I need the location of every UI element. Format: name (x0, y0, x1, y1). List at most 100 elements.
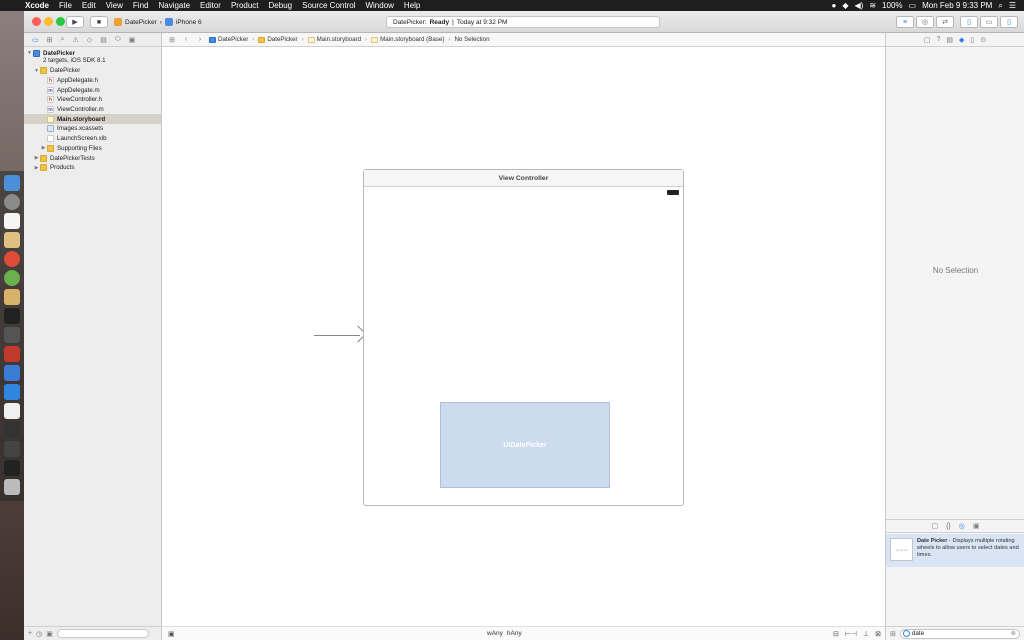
xcode-icon[interactable] (4, 365, 20, 381)
menu-view[interactable]: View (101, 1, 128, 10)
stop-button[interactable]: ■ (90, 16, 108, 28)
tree-item-datepicker-folder[interactable]: ▼ DatePicker (24, 66, 161, 76)
library-search-input[interactable]: date ⊗ (899, 628, 1020, 639)
date-picker-view[interactable]: UIDatePicker (440, 402, 610, 488)
file-inspector-icon[interactable]: ▢ (924, 36, 931, 44)
document-outline-icon[interactable]: ▣ (168, 630, 175, 638)
disclosure-closed-icon[interactable]: ▶ (33, 165, 40, 171)
debug-icon[interactable]: ▤ (100, 36, 107, 44)
toggle-debug-area-icon[interactable]: ▭ (980, 16, 998, 28)
toggle-navigator-icon[interactable]: ▯ (960, 16, 978, 28)
report-icon[interactable]: ▣ (129, 36, 136, 44)
test-icon[interactable]: ◇ (87, 36, 92, 44)
zoom-button[interactable] (56, 17, 65, 26)
storyboard-canvas[interactable]: View Controller UIDatePicker (162, 47, 885, 626)
display-icon[interactable] (4, 422, 20, 438)
menu-navigate[interactable]: Navigate (153, 1, 195, 10)
tree-item-launchscreen-xib[interactable]: LaunchScreen.xib (24, 134, 161, 144)
forward-icon[interactable]: › (195, 36, 205, 43)
disclosure-closed-icon[interactable]: ▶ (33, 155, 40, 161)
symbol-icon[interactable]: ⊞ (47, 36, 53, 44)
version-editor-icon[interactable]: ⇄ (936, 16, 954, 28)
view-controller-scene[interactable]: View Controller UIDatePicker (363, 169, 684, 506)
chrome-icon[interactable] (4, 251, 20, 267)
close-button[interactable] (32, 17, 41, 26)
back-icon[interactable]: ‹ (181, 36, 191, 43)
menu-product[interactable]: Product (226, 1, 264, 10)
related-items-icon[interactable]: ⊞ (167, 36, 177, 44)
terminal-folder-icon[interactable] (4, 289, 20, 305)
connections-inspector-icon[interactable]: ⊙ (980, 36, 986, 44)
notification-center-icon[interactable]: ☰ (1009, 1, 1016, 10)
folder-icon[interactable]: ▭ (32, 36, 39, 44)
recent-files-icon[interactable]: ◷ (36, 630, 42, 638)
wifi-icon[interactable]: ≋ (869, 1, 876, 10)
calendar-icon[interactable] (4, 213, 20, 229)
scheme-selector[interactable]: DatePicker › iPhone 6 (114, 16, 202, 28)
volume-icon[interactable]: ◀) (855, 1, 864, 10)
code-snippet-icon[interactable]: {} (946, 523, 951, 530)
breakpoint-icon[interactable]: ⬭ (115, 36, 121, 44)
grid-view-icon[interactable]: ⊞ (890, 630, 896, 638)
source-control-filter-icon[interactable]: ▣ (46, 630, 53, 638)
menu-source-control[interactable]: Source Control (297, 1, 360, 10)
tree-item-main-storyboard[interactable]: Main.storyboard (24, 114, 161, 125)
run-button[interactable]: ▶ (66, 16, 84, 28)
clock[interactable]: Mon Feb 9 9:33 PM (922, 1, 992, 10)
tree-item-images-xcassets[interactable]: Images.xcassets (24, 124, 161, 134)
notification-icon[interactable]: ● (832, 1, 837, 10)
pin-icon[interactable]: ⊢⊣ (845, 630, 857, 638)
menu-file[interactable]: File (54, 1, 77, 10)
tree-item-appdelegate-h[interactable]: h AppDelegate.h (24, 76, 161, 86)
menu-editor[interactable]: Editor (195, 1, 226, 10)
size-class-control[interactable]: wAny hAny (487, 630, 522, 637)
library-item-date-picker[interactable]: ▭ ▭ ▭ Date Picker - Displays multiple ro… (886, 534, 1024, 567)
tree-item-datepickertests[interactable]: ▶ DatePickerTests (24, 153, 161, 163)
battery-percent[interactable]: 100% (882, 1, 902, 10)
resolve-icon[interactable]: ⊥ (863, 630, 869, 638)
menu-window[interactable]: Window (360, 1, 398, 10)
breadcrumb-selection[interactable]: No Selection (454, 36, 489, 43)
attributes-inspector-icon[interactable]: ◆ (959, 36, 964, 44)
size-inspector-icon[interactable]: ▯ (970, 36, 974, 44)
clear-icon[interactable]: ⊗ (1011, 630, 1016, 637)
spotlight-icon[interactable]: ⌕ (998, 1, 1002, 11)
display-2-icon[interactable] (4, 441, 20, 457)
scene-title[interactable]: View Controller (364, 170, 683, 187)
quick-help-icon[interactable]: ? (936, 36, 940, 43)
menu-debug[interactable]: Debug (264, 1, 298, 10)
breadcrumb-project[interactable]: DatePicker (209, 36, 248, 43)
filezilla-icon[interactable] (4, 346, 20, 362)
tree-item-viewcontroller-h[interactable]: h ViewController.h (24, 95, 161, 105)
tree-project[interactable]: ▼ DatePicker 2 targets, iOS SDK 8.1 (24, 49, 161, 66)
standard-editor-icon[interactable]: ≡ (896, 16, 914, 28)
toggle-utilities-icon[interactable]: ▯ (1000, 16, 1018, 28)
file-template-icon[interactable]: ▢ (931, 522, 938, 530)
navigator-filter-input[interactable] (56, 629, 149, 638)
add-icon[interactable]: + (28, 630, 32, 637)
breadcrumb-folder[interactable]: DatePicker (258, 36, 298, 43)
terminal-icon[interactable] (4, 308, 20, 324)
dropbox-icon[interactable]: ◆ (842, 1, 848, 10)
tree-item-viewcontroller-m[interactable]: m ViewController.m (24, 105, 161, 115)
menu-find[interactable]: Find (128, 1, 154, 10)
app-store-icon[interactable] (4, 384, 20, 400)
align-icon[interactable]: ⊟ (833, 630, 839, 638)
tree-item-products[interactable]: ▶ Products (24, 163, 161, 173)
resizing-icon[interactable]: ⊠ (875, 630, 881, 638)
breadcrumb-storyboard[interactable]: Main.storyboard (307, 36, 361, 43)
launchpad-icon[interactable] (4, 194, 20, 210)
messages-icon[interactable] (4, 270, 20, 286)
menu-edit[interactable]: Edit (77, 1, 101, 10)
monitor-icon[interactable] (4, 460, 20, 476)
disclosure-open-icon[interactable]: ▼ (33, 68, 40, 74)
disclosure-open-icon[interactable]: ▼ (26, 50, 33, 56)
document-icon[interactable] (4, 403, 20, 419)
media-library-icon[interactable]: ▣ (973, 522, 980, 530)
assistant-editor-icon[interactable]: ◎ (916, 16, 934, 28)
battery-icon[interactable]: ▭ (909, 1, 917, 10)
finder-icon[interactable] (4, 175, 20, 191)
tree-item-appdelegate-m[interactable]: m AppDelegate.m (24, 85, 161, 95)
search-icon[interactable]: ⌕ (61, 36, 65, 44)
minimize-button[interactable] (44, 17, 53, 26)
